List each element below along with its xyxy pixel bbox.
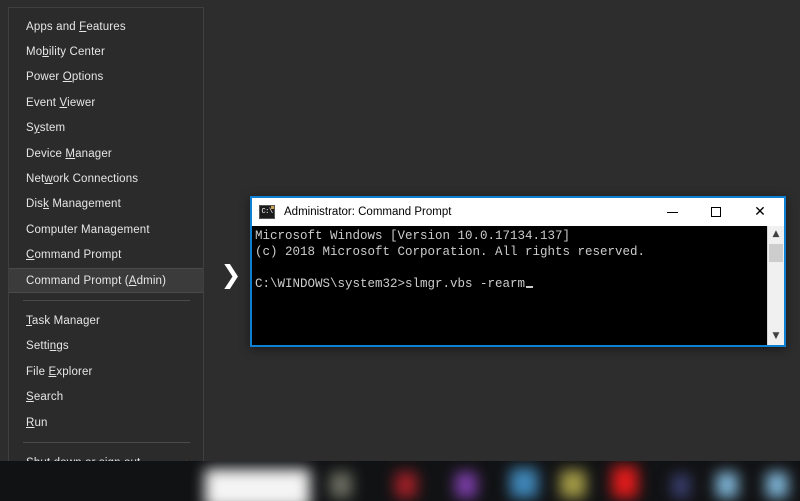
menu-item-label: Settings	[26, 340, 69, 352]
taskbar-icon-7[interactable]	[672, 474, 690, 498]
console-line: Microsoft Windows [Version 10.0.17134.13…	[255, 228, 764, 244]
command-prompt-window[interactable]: C:\ Administrator: Command Prompt ✕ Micr…	[250, 196, 786, 347]
menu-item-label: Disk Management	[26, 198, 121, 210]
menu-item-label: Run	[26, 417, 48, 429]
menu-item-computer-management[interactable]: Computer Management	[9, 217, 203, 242]
taskbar-icon-6[interactable]	[612, 466, 638, 498]
scrollbar-thumb[interactable]	[769, 244, 783, 262]
menu-item-label: File Explorer	[26, 366, 93, 378]
menu-item-system[interactable]: System	[9, 116, 203, 141]
menu-item-label: Command Prompt (Admin)	[26, 275, 166, 287]
menu-item-label: Command Prompt	[26, 249, 121, 261]
menu-item-power-options[interactable]: Power Options	[9, 65, 203, 90]
menu-item-label: Mobility Center	[26, 46, 105, 58]
window-title: Administrator: Command Prompt	[284, 206, 451, 218]
menu-separator	[23, 442, 190, 443]
menu-item-disk-management[interactable]: Disk Management	[9, 192, 203, 217]
menu-item-event-viewer[interactable]: Event Viewer	[9, 90, 203, 115]
menu-item-label: Task Manager	[26, 315, 100, 327]
menu-item-label: Search	[26, 391, 63, 403]
maximize-icon	[711, 207, 721, 217]
minimize-icon	[667, 212, 678, 213]
close-icon: ✕	[754, 204, 766, 220]
console-line	[255, 260, 764, 276]
menu-item-run[interactable]: Run	[9, 410, 203, 435]
menu-item-label: Computer Management	[26, 224, 150, 236]
close-button[interactable]: ✕	[740, 198, 780, 226]
menu-item-settings[interactable]: Settings	[9, 334, 203, 359]
console-icon: C:\	[259, 205, 275, 219]
menu-item-command-prompt[interactable]: Command Prompt	[9, 243, 203, 268]
menu-item-mobility-center[interactable]: Mobility Center	[9, 39, 203, 64]
minimize-button[interactable]	[652, 198, 692, 226]
taskbar-icon-9[interactable]	[766, 472, 788, 498]
menu-item-label: Event Viewer	[26, 97, 95, 109]
power-user-menu[interactable]: Apps and Features Mobility Center Power Op…	[8, 7, 204, 501]
taskbar-icon-4[interactable]	[510, 468, 538, 498]
pointer-chevron-annotation: ❯	[218, 262, 244, 288]
scroll-up-icon[interactable]: ▲	[768, 226, 784, 243]
taskbar-icon-3[interactable]	[455, 472, 477, 498]
taskbar-icon-8[interactable]	[716, 472, 738, 498]
taskbar-icons-container	[0, 461, 800, 501]
menu-item-label: System	[26, 122, 65, 134]
scroll-down-icon[interactable]: ▼	[768, 328, 784, 345]
menu-item-label: Apps and Features	[26, 21, 126, 33]
console-caret	[526, 286, 533, 288]
menu-item-file-explorer[interactable]: File Explorer	[9, 359, 203, 384]
menu-item-apps-and-features[interactable]: Apps and Features	[9, 14, 203, 39]
console-output-area[interactable]: Microsoft Windows [Version 10.0.17134.13…	[252, 226, 784, 345]
menu-separator	[23, 300, 190, 301]
taskbar-icon-2[interactable]	[395, 472, 417, 498]
taskbar-active-window-thumbnail[interactable]	[205, 469, 310, 501]
menu-item-label: Device Manager	[26, 148, 112, 160]
menu-item-label: Network Connections	[26, 173, 138, 185]
taskbar[interactable]	[0, 461, 800, 501]
menu-item-task-manager[interactable]: Task Manager	[9, 308, 203, 333]
console-scrollbar[interactable]: ▲ ▼	[767, 226, 784, 345]
console-line: (c) 2018 Microsoft Corporation. All righ…	[255, 244, 764, 260]
menu-item-search[interactable]: Search	[9, 384, 203, 409]
menu-item-device-manager[interactable]: Device Manager	[9, 141, 203, 166]
console-line: C:\WINDOWS\system32>slmgr.vbs -rearm	[255, 276, 764, 292]
taskbar-icon-5[interactable]	[560, 470, 586, 498]
console-text: Microsoft Windows [Version 10.0.17134.13…	[255, 228, 764, 292]
menu-item-label: Power Options	[26, 71, 103, 83]
menu-item-command-prompt-admin[interactable]: Command Prompt (Admin)	[9, 268, 203, 293]
taskbar-icon-1[interactable]	[330, 472, 352, 498]
window-titlebar[interactable]: C:\ Administrator: Command Prompt ✕	[252, 198, 784, 226]
maximize-button[interactable]	[696, 198, 736, 226]
menu-item-network-connections[interactable]: Network Connections	[9, 166, 203, 191]
